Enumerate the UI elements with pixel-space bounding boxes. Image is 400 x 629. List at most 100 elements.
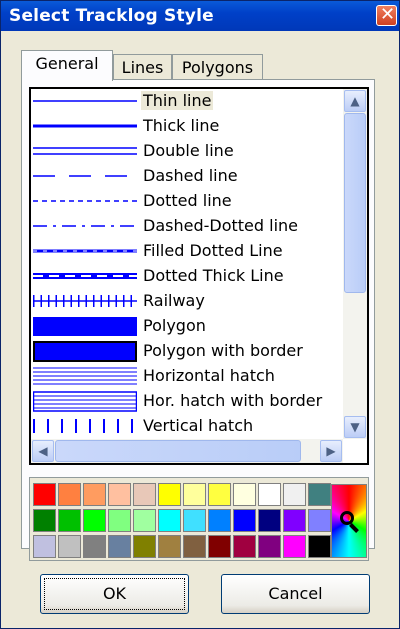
list-item[interactable]: Filled Dotted Line <box>31 239 343 264</box>
color-swatch[interactable] <box>133 509 156 532</box>
color-swatch[interactable] <box>58 483 81 506</box>
scroll-left-button[interactable]: ◀ <box>32 440 54 462</box>
title-bar[interactable]: Select Tracklog Style ✕ <box>1 1 399 31</box>
tab-polygons[interactable]: Polygons <box>172 54 263 80</box>
color-swatch[interactable] <box>158 535 181 558</box>
cancel-button-label: Cancel <box>268 584 323 603</box>
color-swatch[interactable] <box>308 509 331 532</box>
color-swatch[interactable] <box>183 535 206 558</box>
list-item[interactable]: Thick line <box>31 114 343 139</box>
close-button[interactable]: ✕ <box>376 4 397 26</box>
close-icon: ✕ <box>380 4 396 25</box>
vertical-hatch-icon <box>33 419 137 433</box>
color-swatch[interactable] <box>283 535 306 558</box>
list-item-label: Dotted line <box>143 191 232 210</box>
list-item[interactable]: Dashed line <box>31 164 343 189</box>
style-listbox[interactable]: Thin line Thick line Double line Dashed lin… <box>29 87 369 465</box>
dashed-dotted-line-icon <box>33 225 137 227</box>
filled-dotted-line-icon <box>33 249 137 253</box>
list-item[interactable]: Double line <box>31 139 343 164</box>
color-swatch[interactable] <box>33 535 56 558</box>
color-palette <box>29 477 369 561</box>
color-swatch[interactable] <box>283 483 306 506</box>
list-item-label: Railway <box>143 291 205 310</box>
cancel-button[interactable]: Cancel <box>221 574 370 614</box>
thick-line-icon <box>33 124 137 128</box>
scroll-right-button[interactable]: ▶ <box>320 440 342 462</box>
list-item[interactable]: Thin line <box>31 89 343 114</box>
railway-icon <box>33 295 137 307</box>
dotted-thick-line-icon <box>33 273 137 279</box>
color-swatch[interactable] <box>33 483 56 506</box>
color-swatch[interactable] <box>58 535 81 558</box>
horizontal-hatch-icon <box>33 367 137 385</box>
color-swatch[interactable] <box>108 509 131 532</box>
color-swatch[interactable] <box>258 483 281 506</box>
list-item-label: Thin line <box>141 91 214 110</box>
polygon-with-border-icon <box>33 341 137 362</box>
color-swatch[interactable] <box>108 483 131 506</box>
window-title: Select Tracklog Style <box>9 6 214 26</box>
list-item-label: Dashed line <box>143 166 238 185</box>
color-swatch[interactable] <box>208 509 231 532</box>
color-swatch[interactable] <box>183 509 206 532</box>
list-item-label: Hor. hatch with border <box>143 391 323 410</box>
color-swatch[interactable] <box>283 509 306 532</box>
horizontal-scroll-thumb[interactable] <box>55 440 301 462</box>
color-swatch[interactable] <box>258 535 281 558</box>
color-swatch[interactable] <box>133 535 156 558</box>
chevron-up-icon: ▲ <box>350 94 360 108</box>
list-item[interactable]: Dashed-Dotted line <box>31 214 343 239</box>
color-swatch[interactable] <box>208 483 231 506</box>
list-item-label: Filled Dotted Line <box>143 241 283 260</box>
color-swatch[interactable] <box>233 535 256 558</box>
chevron-right-icon: ▶ <box>326 444 336 458</box>
color-swatch[interactable] <box>58 509 81 532</box>
list-item[interactable]: Dotted line <box>31 189 343 214</box>
focus-rect <box>44 578 185 610</box>
horizontal-scrollbar[interactable]: ◀ ▶ <box>31 439 343 463</box>
color-swatch[interactable] <box>308 483 331 506</box>
list-item[interactable]: Polygon <box>31 314 343 339</box>
color-swatch[interactable] <box>158 509 181 532</box>
tab-lines[interactable]: Lines <box>113 54 172 80</box>
double-line-icon <box>33 147 137 155</box>
list-item[interactable]: Polygon with border <box>31 339 343 364</box>
list-item[interactable]: Vertical hatch <box>31 414 343 439</box>
color-swatch[interactable] <box>133 483 156 506</box>
hor-hatch-with-border-icon <box>33 391 137 412</box>
chevron-left-icon: ◀ <box>38 444 48 458</box>
vertical-scroll-thumb[interactable] <box>344 113 366 293</box>
color-swatch[interactable] <box>233 509 256 532</box>
color-swatch[interactable] <box>33 509 56 532</box>
color-swatch[interactable] <box>308 535 331 558</box>
color-swatch[interactable] <box>233 483 256 506</box>
dotted-line-icon <box>33 200 137 202</box>
color-picker-icon[interactable] <box>331 484 367 558</box>
list-item-label: Dotted Thick Line <box>143 266 284 285</box>
thin-line-icon <box>33 100 137 102</box>
color-swatch[interactable] <box>183 483 206 506</box>
chevron-down-icon: ▼ <box>350 420 360 434</box>
list-item[interactable]: Railway <box>31 289 343 314</box>
color-swatch[interactable] <box>208 535 231 558</box>
list-item[interactable]: Horizontal hatch <box>31 364 343 389</box>
list-item-label: Thick line <box>143 116 220 135</box>
scroll-down-button[interactable]: ▼ <box>344 416 366 438</box>
vertical-scrollbar[interactable]: ▲ ▼ <box>343 89 367 439</box>
color-swatch[interactable] <box>158 483 181 506</box>
list-item-label: Horizontal hatch <box>143 366 275 385</box>
scroll-up-button[interactable]: ▲ <box>344 90 366 112</box>
color-swatch[interactable] <box>83 509 106 532</box>
list-item-label: Dashed-Dotted line <box>143 216 298 235</box>
tab-general[interactable]: General <box>21 50 113 81</box>
magnifier-handle <box>349 523 359 533</box>
color-swatch[interactable] <box>83 535 106 558</box>
color-swatch[interactable] <box>108 535 131 558</box>
list-item[interactable]: Hor. hatch with border <box>31 389 343 414</box>
ok-button[interactable]: OK <box>40 574 189 614</box>
color-swatch[interactable] <box>258 509 281 532</box>
color-swatch[interactable] <box>83 483 106 506</box>
list-item[interactable]: Dotted Thick Line <box>31 264 343 289</box>
dashed-line-icon <box>33 175 137 177</box>
